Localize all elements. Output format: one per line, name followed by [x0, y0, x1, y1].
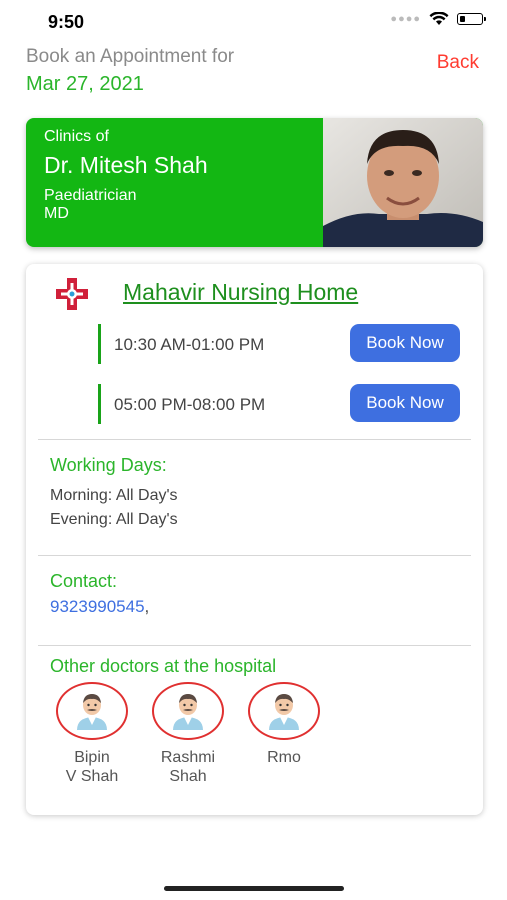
other-doctor-name: Bipin V Shah — [54, 748, 130, 786]
other-doctor-name-line2: V Shah — [65, 768, 119, 785]
doctor-degree: MD — [44, 205, 69, 222]
other-doctor-item[interactable]: Bipin V Shah — [54, 682, 130, 786]
other-doctor-name: Rmo — [246, 748, 322, 767]
home-indicator[interactable] — [164, 886, 344, 891]
clinics-of-label: Clinics of — [44, 128, 109, 145]
slot-indicator — [98, 324, 101, 364]
divider — [38, 439, 471, 440]
doctor-icon — [173, 694, 203, 730]
battery-icon — [457, 13, 486, 25]
slot-time: 05:00 PM-08:00 PM — [114, 395, 266, 414]
medical-cross-icon — [56, 278, 88, 310]
phone-suffix: , — [144, 597, 150, 616]
doctor-avatar — [248, 682, 320, 740]
divider — [38, 645, 471, 646]
slot-indicator — [98, 384, 101, 424]
time-slot: 10:30 AM-01:00 PM Book Now — [98, 324, 460, 364]
slot-time: 10:30 AM-01:00 PM — [114, 335, 265, 354]
doctor-icon — [77, 694, 107, 730]
book-now-button[interactable]: Book Now — [350, 384, 460, 422]
doctor-photo — [323, 118, 483, 247]
clinic-card: Mahavir Nursing Home 10:30 AM-01:00 PM B… — [26, 264, 483, 815]
other-doctor-name: Rashmi Shah — [150, 748, 226, 786]
status-bar: 9:50 ●●●● — [0, 0, 507, 44]
booking-prompt: Book an Appointment for — [26, 46, 235, 67]
clinic-name-link[interactable]: Mahavir Nursing Home — [123, 279, 358, 306]
working-days-title: Working Days: — [50, 455, 167, 475]
doctor-avatar — [152, 682, 224, 740]
wifi-icon — [429, 12, 449, 25]
doctor-info: Clinics of Dr. Mitesh Shah Paediatrician… — [44, 128, 208, 223]
phone-number-link[interactable]: 9323990545 — [50, 597, 145, 616]
other-doctor-name-line1: Rmo — [267, 749, 301, 766]
back-button[interactable]: Back — [437, 52, 479, 74]
status-icons: ●●●● — [390, 12, 486, 26]
contact-phone: 9323990545, — [50, 597, 149, 617]
other-doctor-item[interactable]: Rmo — [246, 682, 322, 767]
header: Book an Appointment for Mar 27, 2021 Bac… — [0, 44, 507, 104]
doctor-avatar — [56, 682, 128, 740]
status-time: 9:50 — [48, 12, 85, 32]
contact-title: Contact: — [50, 571, 118, 591]
divider — [38, 555, 471, 556]
working-days-evening: Evening: All Day's — [50, 511, 178, 528]
other-doctor-name-line1: Rashmi — [160, 749, 216, 766]
working-days-morning: Morning: All Day's — [50, 487, 178, 504]
doctor-name: Dr. Mitesh Shah — [44, 152, 208, 178]
doctor-icon — [269, 694, 299, 730]
other-doctor-item[interactable]: Rashmi Shah — [150, 682, 226, 786]
appointment-date: Mar 27, 2021 — [26, 73, 144, 95]
other-doctor-name-line1: Bipin — [74, 749, 110, 766]
time-slot: 05:00 PM-08:00 PM Book Now — [98, 384, 460, 424]
other-doctor-name-line2: Shah — [169, 768, 207, 785]
other-doctors-title: Other doctors at the hospital — [50, 656, 277, 676]
doctor-card: Clinics of Dr. Mitesh Shah Paediatrician… — [26, 118, 483, 247]
doctor-specialty: Paediatrician — [44, 187, 137, 204]
book-now-button[interactable]: Book Now — [350, 324, 460, 362]
cellular-signal-icon: ●●●● — [390, 13, 421, 25]
